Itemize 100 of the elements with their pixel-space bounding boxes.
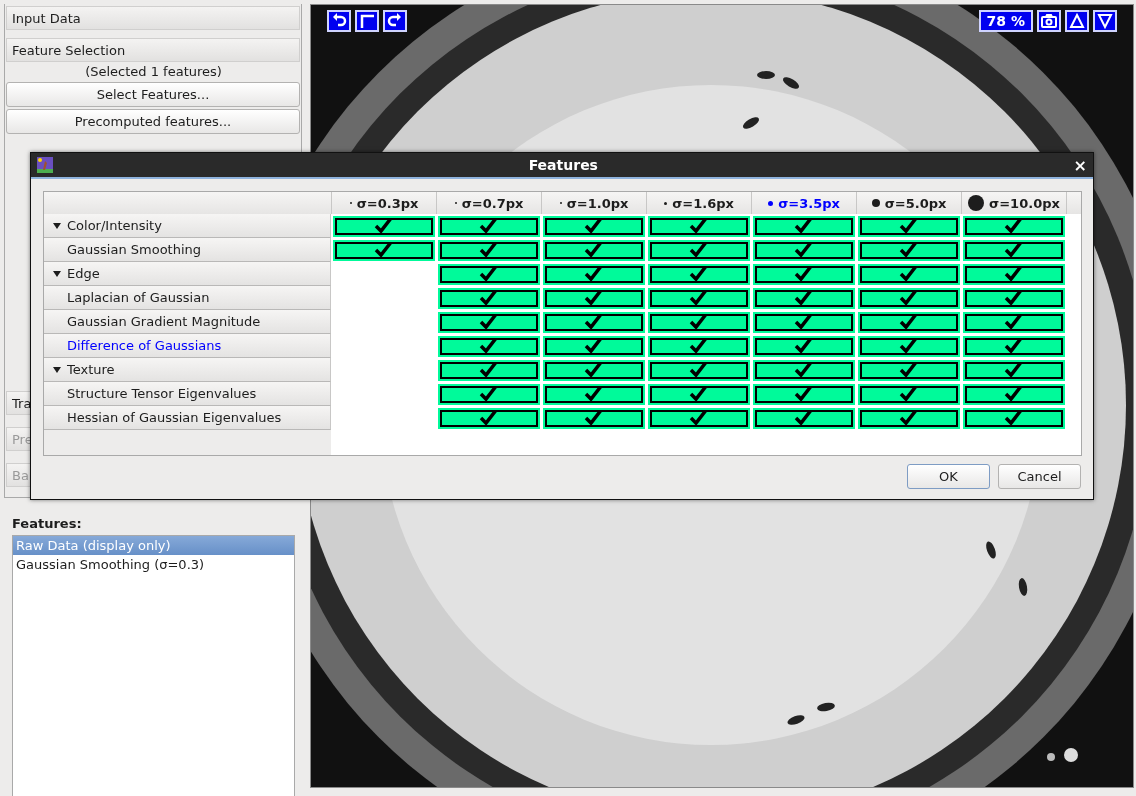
feature-checkbox[interactable] [439,409,538,427]
ok-button[interactable]: OK [907,464,990,489]
feature-checkbox[interactable] [964,409,1063,427]
triangle-down-icon [1097,13,1113,29]
feature-checkbox[interactable] [439,241,538,259]
feature-checkbox[interactable] [859,313,958,331]
tool-button[interactable] [383,10,407,32]
feature-checkbox[interactable] [964,313,1063,331]
feature-button[interactable]: Precomputed features... [6,109,300,134]
feature-row-label[interactable]: Hessian of Gaussian Eigenvalues [44,406,331,430]
group-row-label[interactable]: Edge [44,262,331,286]
zoom-level[interactable]: 78 % [978,10,1033,32]
feature-checkbox[interactable] [859,289,958,307]
feature-checkbox[interactable] [859,385,958,403]
redo-icon [387,13,403,29]
section-header[interactable]: Feature Selection [6,38,300,62]
column-header[interactable]: σ=5.0px [857,192,962,214]
feature-checkbox[interactable] [544,241,643,259]
group-row-label[interactable]: Texture [44,358,331,382]
feature-checkbox[interactable] [964,265,1063,283]
app-logo-icon [37,157,53,173]
feature-checkbox[interactable] [859,409,958,427]
column-header[interactable]: σ=1.6px [647,192,752,214]
feature-checkbox[interactable] [544,265,643,283]
feature-checkbox[interactable] [754,289,853,307]
section-header[interactable]: Input Data [6,6,300,30]
expand-triangle-icon[interactable] [53,221,61,230]
feature-checkbox[interactable] [649,289,748,307]
expand-triangle-icon[interactable] [53,365,61,374]
tool-button[interactable] [355,10,379,32]
features-title: Features: [12,516,83,531]
feature-checkbox[interactable] [754,361,853,379]
feature-checkbox[interactable] [439,313,538,331]
feature-checkbox[interactable] [439,385,538,403]
feature-checkbox[interactable] [544,337,643,355]
feature-checkbox[interactable] [334,241,433,259]
feature-checkbox[interactable] [649,409,748,427]
feature-checkbox[interactable] [754,217,853,235]
feature-checkbox[interactable] [544,409,643,427]
camera-icon [1041,13,1057,29]
feature-checkbox[interactable] [439,217,538,235]
feature-checkbox[interactable] [649,361,748,379]
feature-checkbox[interactable] [649,217,748,235]
column-header[interactable]: σ=3.5px [752,192,857,214]
column-header[interactable]: σ=1.0px [542,192,647,214]
feature-checkbox[interactable] [754,337,853,355]
cancel-button[interactable]: Cancel [998,464,1081,489]
feature-checkbox[interactable] [964,337,1063,355]
feature-checkbox[interactable] [649,337,748,355]
feature-row-label[interactable]: Difference of Gaussians [44,334,331,358]
feature-checkbox[interactable] [859,337,958,355]
feature-checkbox[interactable] [964,241,1063,259]
feature-checkbox[interactable] [649,241,748,259]
feature-row-label[interactable]: Gaussian Smoothing [44,238,331,262]
feature-row-label[interactable]: Structure Tensor Eigenvalues [44,382,331,406]
feature-checkbox[interactable] [649,385,748,403]
feature-checkbox[interactable] [859,265,958,283]
feature-checkbox[interactable] [649,313,748,331]
feature-checkbox[interactable] [544,385,643,403]
feature-list-item[interactable]: Gaussian Smoothing (σ=0.3) [13,555,294,574]
selected-count: (Selected 1 features) [84,64,223,80]
feature-checkbox[interactable] [439,265,538,283]
dialog-title: Features [527,157,599,173]
undo-icon [331,13,347,29]
feature-checkbox[interactable] [964,385,1063,403]
feature-checkbox[interactable] [544,289,643,307]
group-row-label[interactable]: Color/Intensity [44,214,331,238]
feature-checkbox[interactable] [439,289,538,307]
feature-checkbox[interactable] [754,313,853,331]
feature-checkbox[interactable] [859,217,958,235]
feature-checkbox[interactable] [754,385,853,403]
feature-checkbox[interactable] [544,313,643,331]
feature-button[interactable]: Select Features... [6,82,300,107]
feature-checkbox[interactable] [964,289,1063,307]
corner-icon [359,13,375,29]
feature-checkbox[interactable] [649,265,748,283]
feature-checkbox[interactable] [964,217,1063,235]
feature-checkbox[interactable] [859,241,958,259]
feature-checkbox[interactable] [439,337,538,355]
feature-checkbox[interactable] [544,361,643,379]
close-button[interactable]: × [1073,155,1087,175]
triangle-up-icon [1069,13,1085,29]
feature-row-label[interactable]: Gaussian Gradient Magnitude [44,310,331,334]
feature-checkbox[interactable] [859,361,958,379]
feature-checkbox[interactable] [754,265,853,283]
tool-button[interactable] [1065,10,1089,32]
feature-checkbox[interactable] [334,217,433,235]
feature-checkbox[interactable] [754,241,853,259]
expand-triangle-icon[interactable] [53,269,61,278]
feature-checkbox[interactable] [964,361,1063,379]
column-header[interactable]: σ=10.0px [962,192,1067,214]
column-header[interactable]: σ=0.7px [437,192,542,214]
tool-button[interactable] [327,10,351,32]
tool-button[interactable] [1037,10,1061,32]
tool-button[interactable] [1093,10,1117,32]
column-header[interactable]: σ=0.3px [332,192,437,214]
feature-checkbox[interactable] [439,361,538,379]
feature-checkbox[interactable] [544,217,643,235]
feature-row-label[interactable]: Laplacian of Gaussian [44,286,331,310]
feature-checkbox[interactable] [754,409,853,427]
